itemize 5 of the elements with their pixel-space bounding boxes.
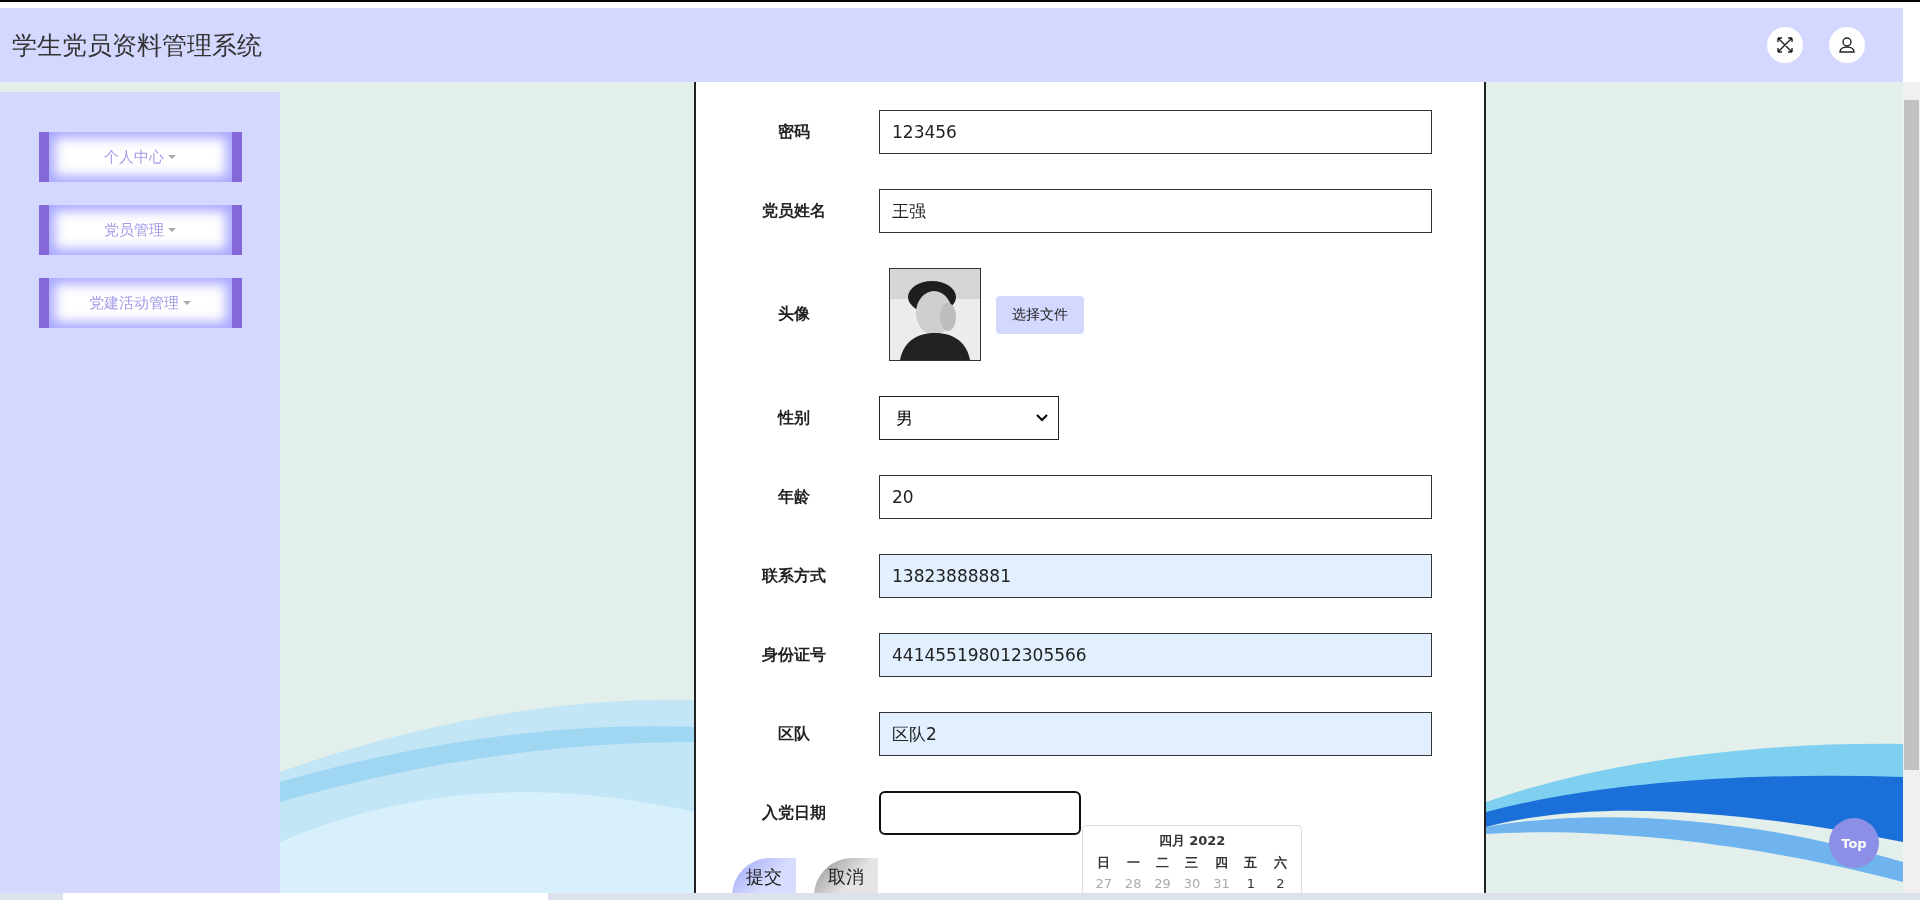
fullscreen-icon[interactable] (1767, 27, 1803, 63)
app-title: 学生党员资料管理系统 (12, 29, 262, 62)
horizontal-scrollbar[interactable] (0, 893, 1920, 900)
scrollbar[interactable] (1903, 82, 1920, 893)
user-icon[interactable] (1829, 27, 1865, 63)
